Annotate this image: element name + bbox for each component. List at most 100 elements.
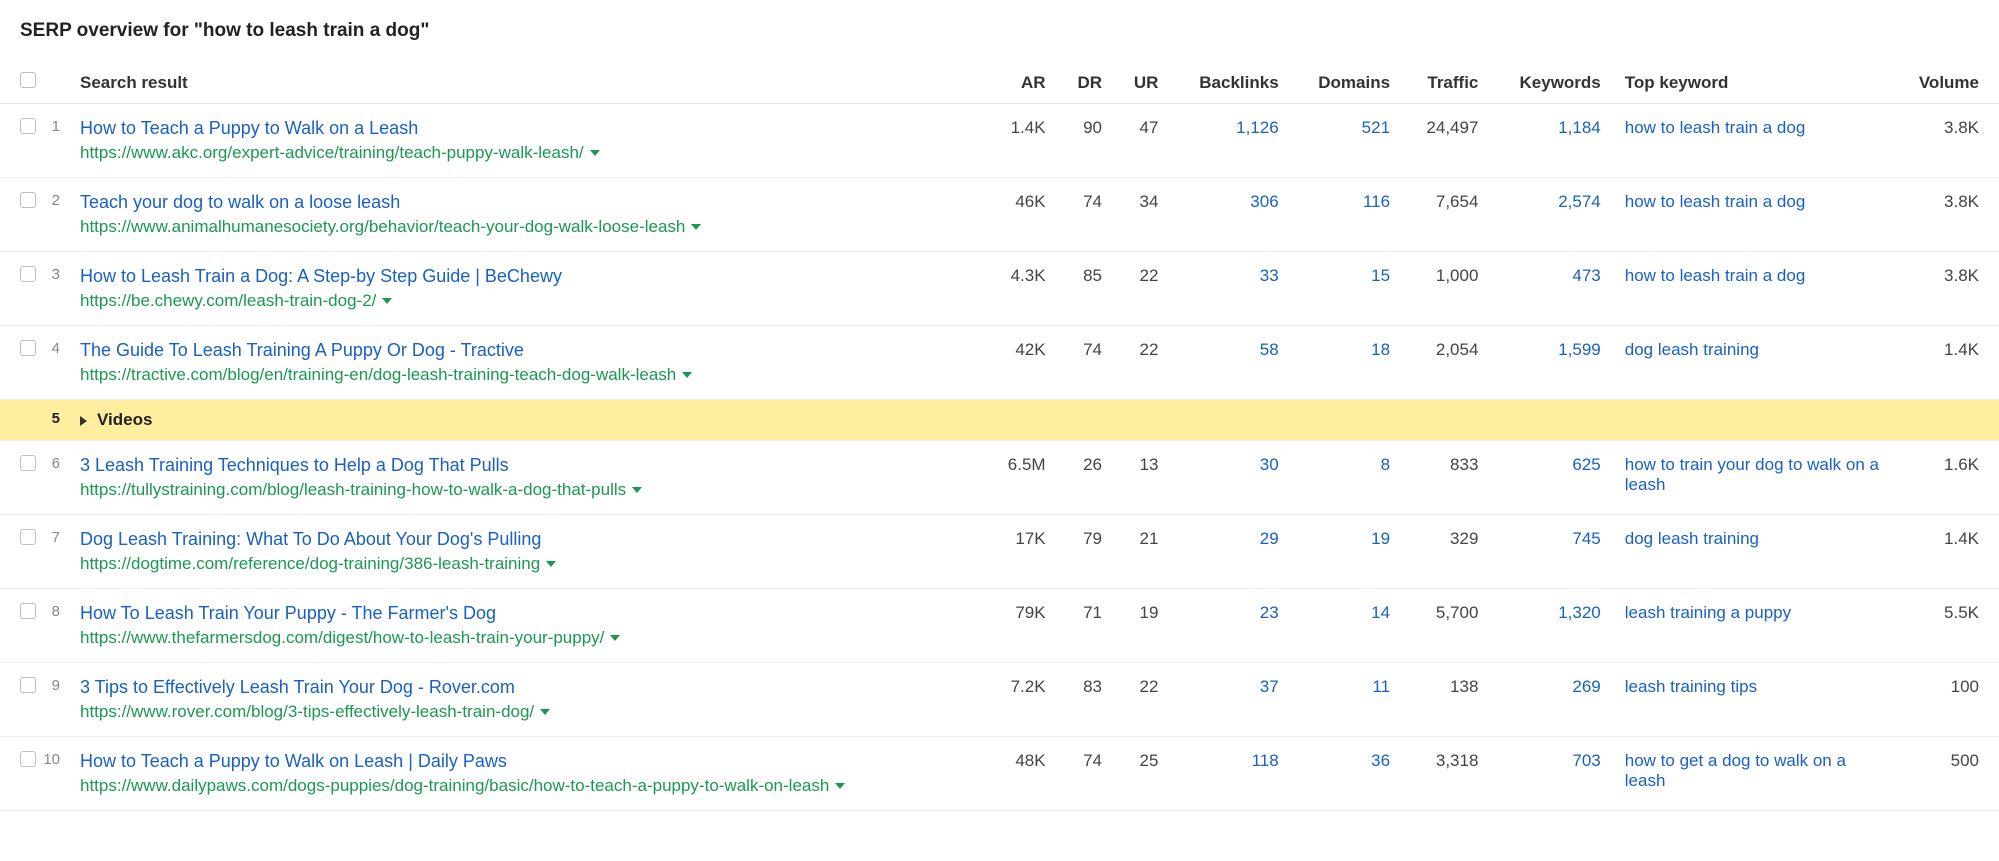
result-url[interactable]: https://tractive.com/blog/en/training-en… [80,365,974,385]
cell-dr: 74 [1058,326,1114,400]
row-index: 8 [42,589,68,663]
cell-traffic: 138 [1402,663,1490,737]
header-ar[interactable]: AR [986,62,1058,104]
cell-domains[interactable]: 14 [1291,589,1402,663]
result-title-link[interactable]: Teach your dog to walk on a loose leash [80,192,974,213]
row-checkbox[interactable] [20,340,36,356]
row-checkbox[interactable] [20,455,36,471]
header-dr[interactable]: DR [1058,62,1114,104]
caret-down-icon[interactable] [610,635,620,641]
cell-backlinks[interactable]: 30 [1170,441,1290,515]
cell-keywords[interactable]: 1,320 [1490,589,1612,663]
cell-traffic: 5,700 [1402,589,1490,663]
result-url[interactable]: https://www.akc.org/expert-advice/traini… [80,143,974,163]
cell-top-keyword[interactable]: how to leash train a dog [1613,252,1892,326]
row-checkbox[interactable] [20,118,36,134]
cell-domains[interactable]: 15 [1291,252,1402,326]
caret-down-icon[interactable] [546,561,556,567]
result-title-link[interactable]: 3 Leash Training Techniques to Help a Do… [80,455,974,476]
header-keywords[interactable]: Keywords [1490,62,1612,104]
cell-top-keyword[interactable]: how to train your dog to walk on a leash [1613,441,1892,515]
cell-volume: 1.4K [1892,326,1999,400]
result-url[interactable]: https://tullystraining.com/blog/leash-tr… [80,480,974,500]
cell-domains[interactable]: 11 [1291,663,1402,737]
cell-dr: 90 [1058,104,1114,178]
cell-top-keyword[interactable]: how to get a dog to walk on a leash [1613,737,1892,811]
cell-backlinks[interactable]: 23 [1170,589,1290,663]
cell-backlinks[interactable]: 1,126 [1170,104,1290,178]
header-volume[interactable]: Volume [1892,62,1999,104]
result-title-link[interactable]: How to Teach a Puppy to Walk on a Leash [80,118,974,139]
cell-keywords[interactable]: 703 [1490,737,1612,811]
caret-down-icon[interactable] [691,224,701,230]
cell-top-keyword[interactable]: leash training a puppy [1613,589,1892,663]
row-checkbox[interactable] [20,266,36,282]
result-url[interactable]: https://dogtime.com/reference/dog-traini… [80,554,974,574]
cell-backlinks[interactable]: 118 [1170,737,1290,811]
header-top-keyword[interactable]: Top keyword [1613,62,1892,104]
cell-keywords[interactable]: 1,184 [1490,104,1612,178]
header-backlinks[interactable]: Backlinks [1170,62,1290,104]
cell-top-keyword[interactable]: how to leash train a dog [1613,178,1892,252]
cell-backlinks[interactable]: 306 [1170,178,1290,252]
cell-domains[interactable]: 19 [1291,515,1402,589]
row-checkbox[interactable] [20,603,36,619]
cell-top-keyword[interactable]: dog leash training [1613,326,1892,400]
result-url[interactable]: https://www.animalhumanesociety.org/beha… [80,217,974,237]
cell-keywords[interactable]: 1,599 [1490,326,1612,400]
cell-domains[interactable]: 8 [1291,441,1402,515]
cell-domains[interactable]: 36 [1291,737,1402,811]
select-all-checkbox[interactable] [20,72,36,88]
result-title-link[interactable]: How to Teach a Puppy to Walk on Leash | … [80,751,974,772]
header-domains[interactable]: Domains [1291,62,1402,104]
header-ur[interactable]: UR [1114,62,1170,104]
result-title-link[interactable]: How To Leash Train Your Puppy - The Farm… [80,603,974,624]
videos-row[interactable]: 5Videos [0,400,1999,441]
cell-ur: 13 [1114,441,1170,515]
cell-backlinks[interactable]: 33 [1170,252,1290,326]
cell-keywords[interactable]: 2,574 [1490,178,1612,252]
row-checkbox[interactable] [20,677,36,693]
cell-top-keyword[interactable]: dog leash training [1613,515,1892,589]
cell-backlinks[interactable]: 37 [1170,663,1290,737]
cell-dr: 74 [1058,737,1114,811]
result-title-link[interactable]: 3 Tips to Effectively Leash Train Your D… [80,677,974,698]
result-title-link[interactable]: The Guide To Leash Training A Puppy Or D… [80,340,974,361]
row-checkbox[interactable] [20,192,36,208]
caret-down-icon[interactable] [382,298,392,304]
result-title-link[interactable]: Dog Leash Training: What To Do About You… [80,529,974,550]
caret-down-icon[interactable] [835,783,845,789]
cell-top-keyword[interactable]: leash training tips [1613,663,1892,737]
result-url[interactable]: https://www.dailypaws.com/dogs-puppies/d… [80,776,974,796]
cell-domains[interactable]: 521 [1291,104,1402,178]
caret-down-icon[interactable] [682,372,692,378]
cell-keywords[interactable]: 269 [1490,663,1612,737]
result-url[interactable]: https://www.rover.com/blog/3-tips-effect… [80,702,974,722]
cell-volume: 3.8K [1892,104,1999,178]
cell-keywords[interactable]: 745 [1490,515,1612,589]
row-index: 1 [42,104,68,178]
cell-keywords[interactable]: 625 [1490,441,1612,515]
cell-domains[interactable]: 18 [1291,326,1402,400]
cell-backlinks[interactable]: 29 [1170,515,1290,589]
result-url[interactable]: https://www.thefarmersdog.com/digest/how… [80,628,974,648]
row-checkbox[interactable] [20,751,36,767]
result-url[interactable]: https://be.chewy.com/leash-train-dog-2/ [80,291,974,311]
result-cell: How to Teach a Puppy to Walk on Leash | … [68,737,986,811]
cell-backlinks[interactable]: 58 [1170,326,1290,400]
cell-ur: 34 [1114,178,1170,252]
cell-traffic: 3,318 [1402,737,1490,811]
cell-ur: 19 [1114,589,1170,663]
header-traffic[interactable]: Traffic [1402,62,1490,104]
header-search-result[interactable]: Search result [68,62,986,104]
cell-keywords[interactable]: 473 [1490,252,1612,326]
caret-down-icon[interactable] [590,150,600,156]
table-row: 3How to Leash Train a Dog: A Step-by Ste… [0,252,1999,326]
row-checkbox[interactable] [20,529,36,545]
cell-top-keyword[interactable]: how to leash train a dog [1613,104,1892,178]
caret-down-icon[interactable] [540,709,550,715]
videos-toggle[interactable]: Videos [68,400,1999,441]
caret-down-icon[interactable] [632,487,642,493]
cell-domains[interactable]: 116 [1291,178,1402,252]
result-title-link[interactable]: How to Leash Train a Dog: A Step-by Step… [80,266,974,287]
